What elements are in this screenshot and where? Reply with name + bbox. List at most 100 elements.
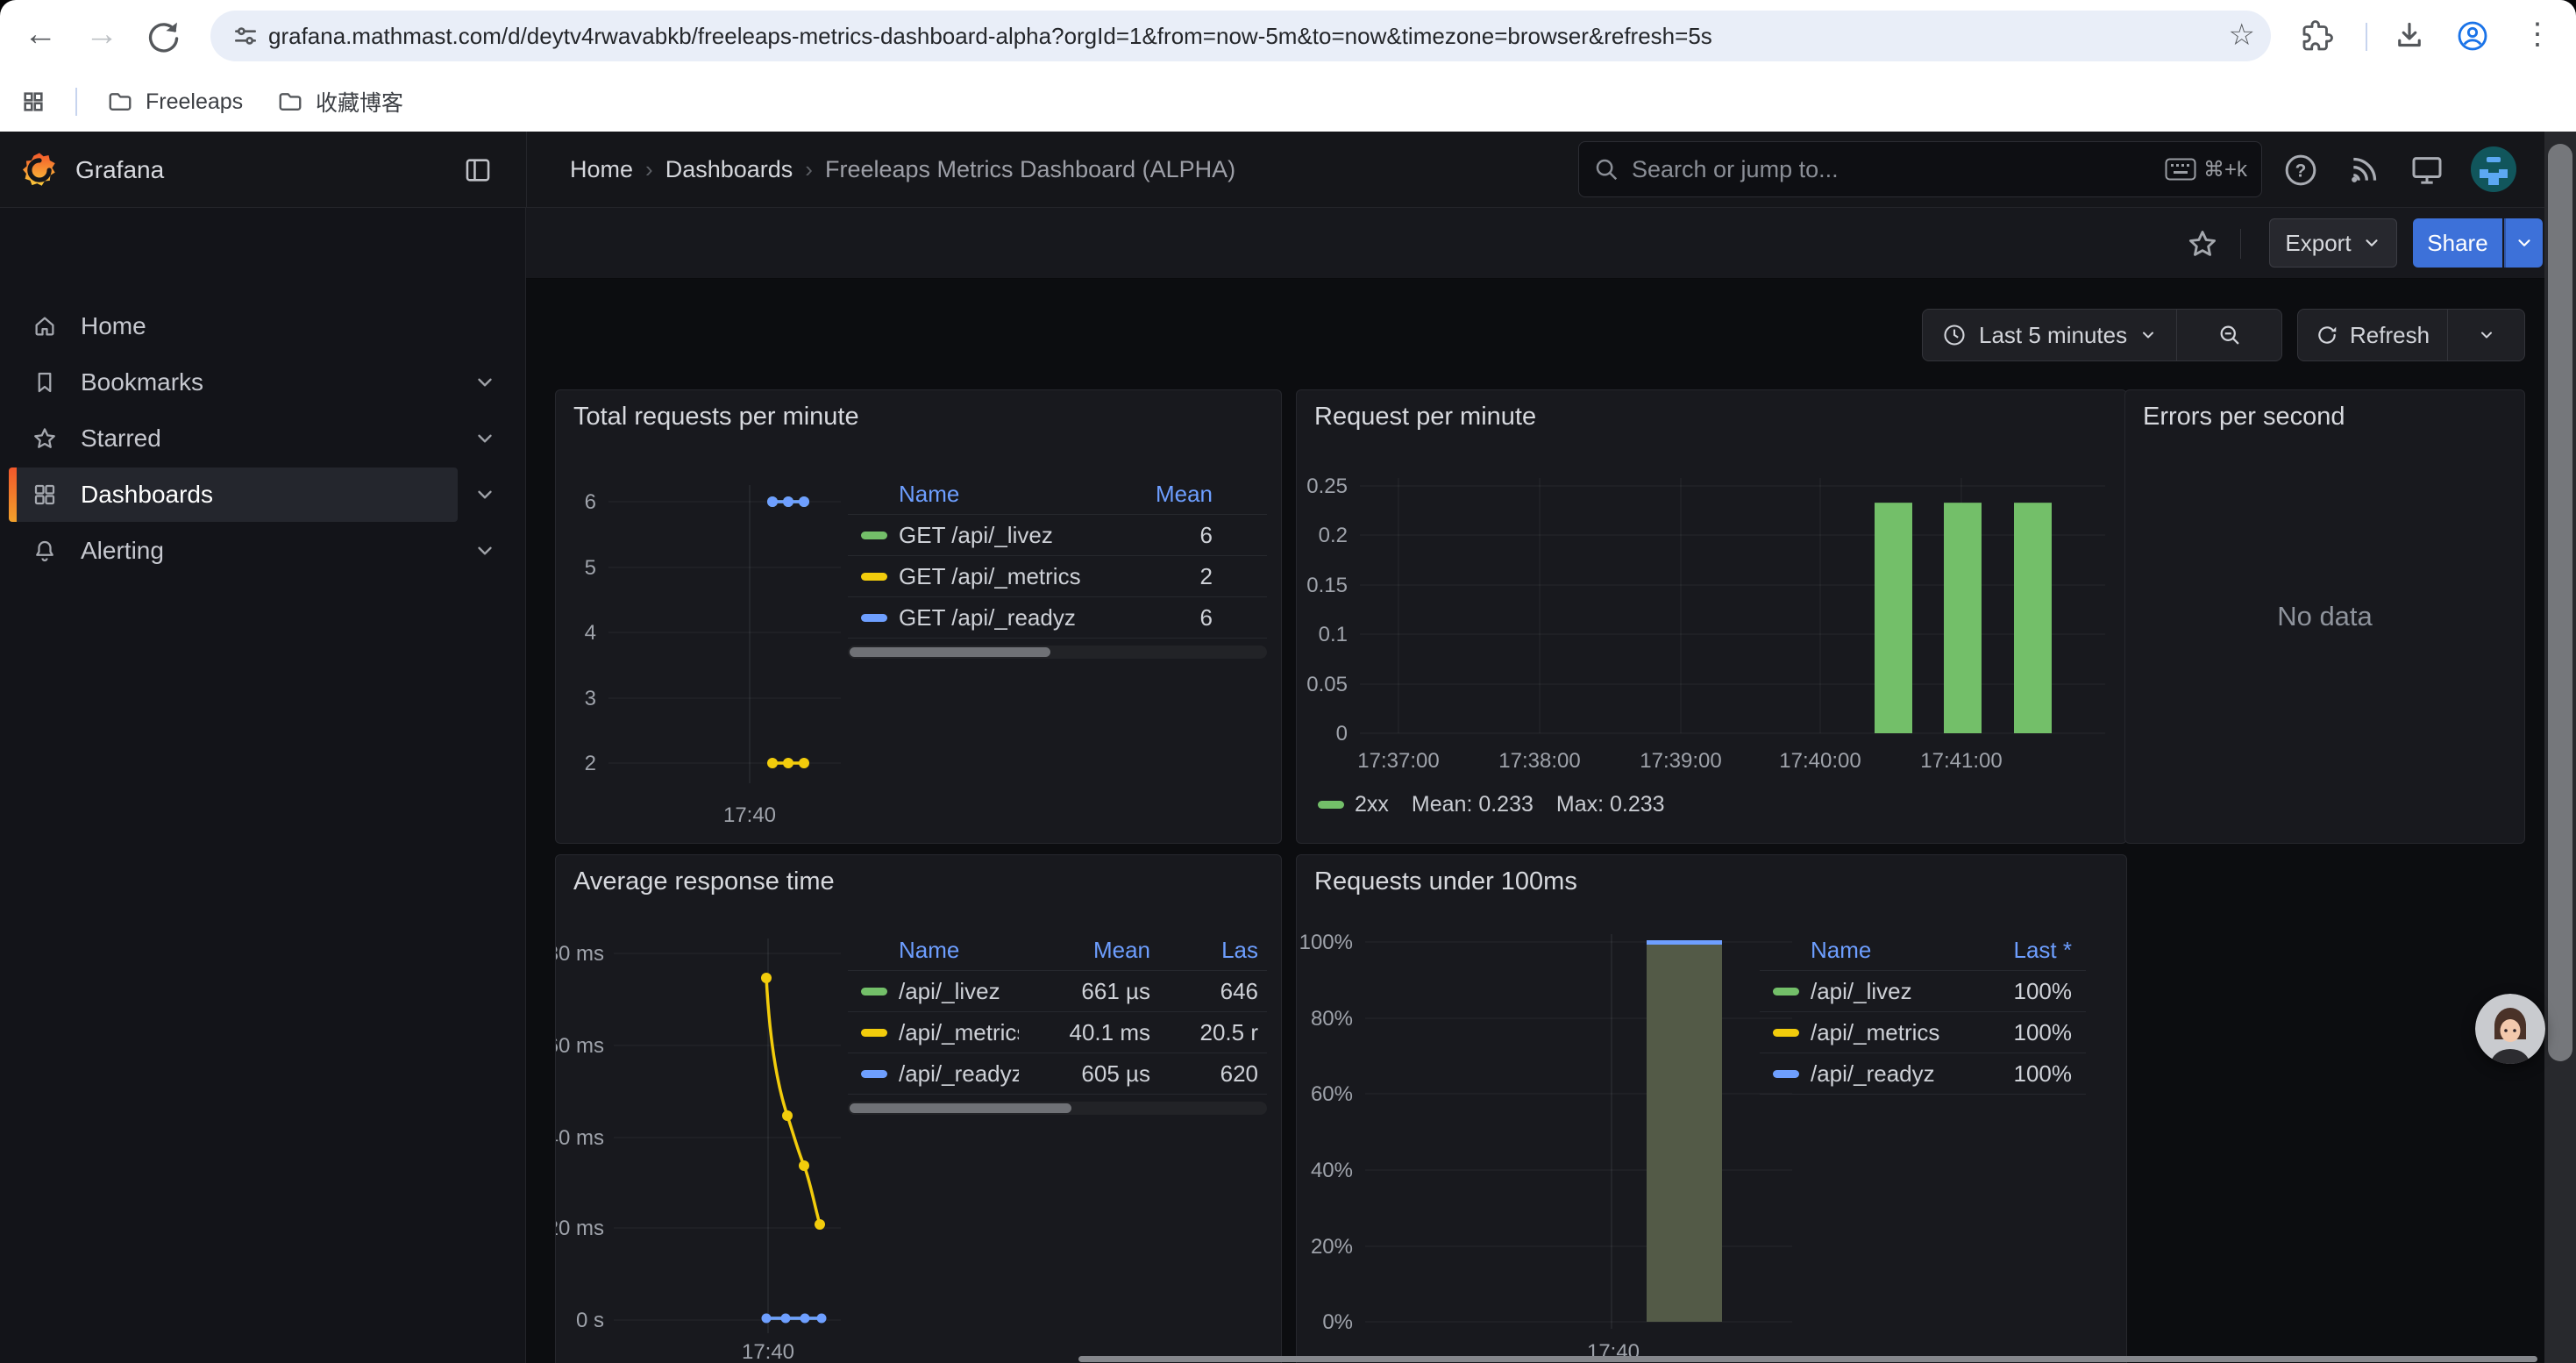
bookmark-star-icon[interactable]: ☆ (2229, 11, 2255, 61)
legend-header-col[interactable]: Las (1150, 937, 1267, 964)
help-icon[interactable]: ? (2283, 153, 2318, 188)
legend-row[interactable]: /api/_metrics100% (1760, 1012, 2086, 1053)
legend-row[interactable]: /api/_livez661 µs646 (848, 971, 1267, 1012)
panel-title[interactable]: Request per minute (1314, 403, 1536, 432)
chevron-down-icon[interactable] (473, 427, 496, 450)
chevron-down-icon (2139, 326, 2157, 344)
sidebar-item-dashboards[interactable]: Dashboards (9, 467, 458, 522)
chevron-down-icon[interactable] (473, 539, 496, 562)
back-button[interactable]: ← (16, 0, 65, 72)
favorite-star-icon[interactable] (2186, 227, 2219, 260)
series-color-dash[interactable] (1318, 801, 1344, 809)
axis-tick: 0.25 (1306, 475, 1348, 498)
grafana-logo[interactable] (21, 152, 58, 189)
series-name[interactable]: GET /api/_metrics (899, 563, 1081, 590)
apps-grid-icon[interactable] (21, 89, 46, 114)
legend-row[interactable]: /api/_readyz 100% (1760, 1053, 2086, 1095)
brand-name[interactable]: Grafana (75, 132, 164, 208)
news-rss-icon[interactable] (2346, 153, 2381, 188)
series-name[interactable]: 2xx (1355, 792, 1389, 817)
series-name[interactable]: /api/_metrics (1811, 1019, 1939, 1046)
panel-title[interactable]: Requests under 100ms (1314, 867, 1577, 896)
assistant-avatar[interactable] (2475, 994, 2545, 1064)
legend-header-col[interactable]: Last * (1981, 937, 2086, 964)
forward-button[interactable]: → (77, 0, 126, 72)
extensions-icon[interactable] (2302, 20, 2333, 52)
user-avatar[interactable] (2471, 146, 2516, 192)
legend-header-col[interactable]: Mean (1019, 937, 1150, 964)
legend-row[interactable]: /api/_livez100% (1760, 971, 2086, 1012)
sidebar-item-home[interactable]: Home (9, 299, 458, 353)
chevron-down-icon[interactable] (473, 483, 496, 506)
series-color-dash[interactable] (1773, 1029, 1799, 1037)
legend-header-name[interactable]: Name (848, 481, 1144, 508)
series-name[interactable]: GET /api/_readyz (899, 604, 1076, 632)
series-color-dash[interactable] (861, 1070, 887, 1078)
time-range-picker[interactable]: Last 5 minutes (1923, 310, 2176, 360)
bar[interactable] (2014, 503, 2052, 733)
legend-scrollbar[interactable] (848, 646, 1267, 659)
legend-row[interactable]: /api/_metrics40.1 ms20.5 r (848, 1012, 1267, 1053)
bookmark-folder-blogs[interactable]: 收藏博客 (263, 82, 417, 121)
series-color-dash[interactable] (861, 532, 887, 539)
legend-row[interactable]: GET /api/_livez6 (848, 515, 1267, 556)
legend-row[interactable]: GET /api/_metrics2 (848, 556, 1267, 597)
series-name[interactable]: /api/_readyz (1811, 1060, 1935, 1088)
legend-scrollbar-thumb[interactable] (850, 1103, 1071, 1113)
legend-value: 100% (1981, 1060, 2086, 1088)
series-name[interactable]: /api/_metrics (899, 1019, 1019, 1046)
series-color-dash[interactable] (1773, 988, 1799, 995)
legend-header-name[interactable]: Name (1760, 937, 1981, 964)
search-input[interactable]: Search or jump to... ⌘+k (1578, 141, 2262, 197)
legend-header-name[interactable]: Name (848, 937, 1019, 964)
sidebar-item-bookmarks[interactable]: Bookmarks (9, 355, 458, 410)
series-color-dash[interactable] (1773, 1070, 1799, 1078)
bookmark-folder-freeleaps[interactable]: Freeleaps (93, 82, 257, 121)
panel-title[interactable]: Average response time (573, 867, 835, 896)
share-button[interactable]: Share (2413, 218, 2502, 268)
export-button[interactable]: Export (2269, 218, 2397, 268)
kiosk-monitor-icon[interactable] (2409, 153, 2444, 188)
time-range-group: Last 5 minutes (1922, 309, 2282, 361)
zoom-out-button[interactable] (2177, 310, 2281, 360)
profile-icon[interactable] (2457, 20, 2488, 52)
series-blue (762, 1314, 827, 1324)
series-name[interactable]: /api/_livez (899, 978, 1000, 1005)
legend-row[interactable]: /api/_readyz605 µs620 (848, 1053, 1267, 1095)
panel-title[interactable]: Total requests per minute (573, 403, 859, 432)
legend-row[interactable]: GET /api/_readyz6 (848, 597, 1267, 639)
scrollbar-track[interactable] (2544, 132, 2576, 1363)
chevron-down-icon[interactable] (473, 371, 496, 394)
scrollbar-thumb[interactable] (2548, 144, 2572, 1061)
browser-menu-icon[interactable]: ⋮ (2513, 0, 2562, 72)
bar[interactable] (1944, 503, 1982, 733)
series-name[interactable]: GET /api/_livez (899, 522, 1053, 549)
legend-inline: 2xx Mean: 0.233 Max: 0.233 (1318, 792, 1665, 817)
reload-button[interactable] (139, 0, 188, 72)
series-color-dash[interactable] (861, 1029, 887, 1037)
sidebar-toggle-icon[interactable] (463, 155, 493, 185)
series-name[interactable]: /api/_livez (1811, 978, 1912, 1005)
series-color-dash[interactable] (861, 988, 887, 995)
breadcrumb-home[interactable]: Home (570, 156, 633, 183)
series-name[interactable]: /api/_readyz (899, 1060, 1019, 1088)
url-text[interactable]: grafana.mathmast.com/d/deytv4rwavabkb/fr… (268, 11, 1712, 61)
share-menu-button[interactable] (2504, 218, 2543, 268)
site-settings-icon[interactable] (231, 22, 260, 50)
sidebar-item-alerting[interactable]: Alerting (9, 524, 458, 578)
legend-header-col[interactable]: Mean (1144, 481, 1267, 508)
bar[interactable] (1875, 503, 1912, 733)
bookmarks-divider (75, 88, 77, 116)
address-bar[interactable]: grafana.mathmast.com/d/deytv4rwavabkb/fr… (210, 11, 2271, 61)
horizontal-scrollbar[interactable] (1078, 1356, 2537, 1362)
download-icon[interactable] (2394, 20, 2425, 52)
breadcrumb-dashboards[interactable]: Dashboards (665, 156, 793, 183)
series-color-dash[interactable] (861, 614, 887, 622)
refresh-interval-button[interactable] (2448, 310, 2524, 360)
clock-icon (1942, 323, 1967, 347)
legend-scrollbar[interactable] (848, 1102, 1267, 1115)
legend-scrollbar-thumb[interactable] (850, 647, 1050, 657)
refresh-button[interactable]: Refresh (2298, 310, 2447, 360)
series-color-dash[interactable] (861, 573, 887, 581)
sidebar-item-starred[interactable]: Starred (9, 411, 458, 466)
